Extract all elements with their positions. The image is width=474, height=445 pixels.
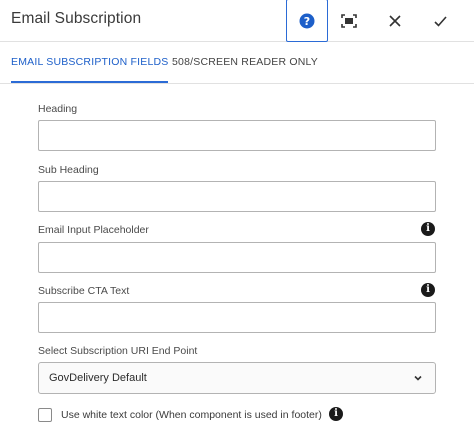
fullscreen-button[interactable] xyxy=(328,0,370,42)
email-placeholder-input[interactable] xyxy=(38,242,436,273)
subscribe-cta-input[interactable] xyxy=(38,302,436,333)
svg-text:?: ? xyxy=(304,15,310,28)
info-icon[interactable]: i xyxy=(421,283,435,297)
tab-screen-reader-only[interactable]: 508/SCREEN READER ONLY xyxy=(172,42,318,83)
heading-input[interactable] xyxy=(38,120,436,151)
white-text-checkbox-label: Use white text color (When component is … xyxy=(61,409,322,421)
uri-endpoint-select[interactable]: GovDelivery Default xyxy=(38,362,436,394)
sub-heading-label: Sub Heading xyxy=(38,164,99,176)
white-text-checkbox[interactable] xyxy=(38,408,52,422)
heading-label: Heading xyxy=(38,103,78,115)
dialog-title: Email Subscription xyxy=(11,10,142,27)
tab-bar: EMAIL SUBSCRIPTION FIELDS 508/SCREEN REA… xyxy=(0,42,474,84)
uri-endpoint-selected-value: GovDelivery Default xyxy=(49,372,147,384)
info-icon[interactable]: i xyxy=(421,222,435,236)
help-icon: ? xyxy=(299,13,315,28)
help-button[interactable]: ? xyxy=(286,0,328,42)
tab-email-subscription-fields[interactable]: EMAIL SUBSCRIPTION FIELDS xyxy=(11,42,169,83)
close-button[interactable] xyxy=(374,0,416,42)
sub-heading-input[interactable] xyxy=(38,181,436,212)
subscribe-cta-label: Subscribe CTA Text xyxy=(38,285,130,297)
close-icon xyxy=(389,15,401,27)
chevron-down-icon xyxy=(414,375,422,381)
checkmark-icon xyxy=(433,15,447,27)
email-placeholder-label: Email Input Placeholder xyxy=(38,224,149,236)
fullscreen-icon xyxy=(341,14,357,28)
info-icon[interactable]: i xyxy=(329,407,343,421)
dialog-header: Email Subscription ? xyxy=(0,0,474,42)
uri-endpoint-label: Select Subscription URI End Point xyxy=(38,345,198,357)
done-button[interactable] xyxy=(419,0,461,42)
